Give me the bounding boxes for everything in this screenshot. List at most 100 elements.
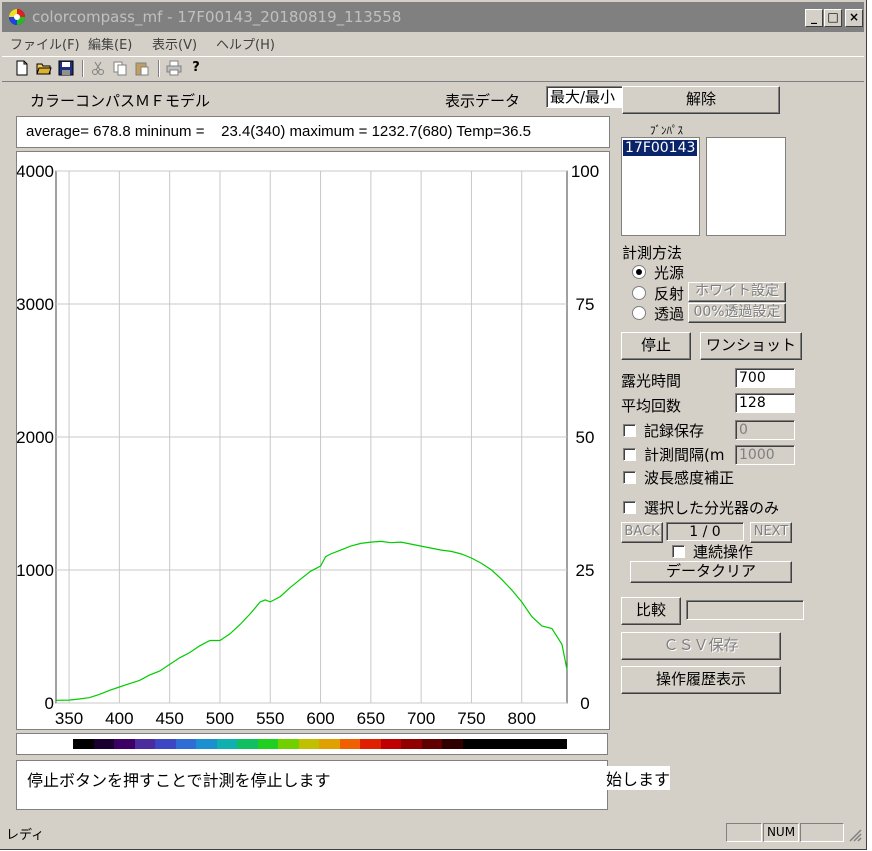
spectrum-color-segment: [216, 739, 239, 749]
radio-transmission-label: 透過: [654, 305, 685, 323]
spectrum-color-segment: [483, 739, 505, 749]
spectrum-bar-frame: [16, 733, 608, 755]
spectrum-color-segment: [73, 739, 95, 749]
next-button[interactable]: NEXT: [750, 522, 792, 543]
help-icon[interactable]: ?: [188, 60, 204, 76]
window-title: colorcompass_mf - 17F00143_20180819_1135…: [32, 8, 402, 26]
status-bar: レディ NUM: [2, 820, 864, 846]
print-icon[interactable]: [166, 60, 182, 76]
radio-light-source-label: 光源: [654, 264, 685, 282]
new-file-icon[interactable]: [14, 60, 30, 76]
exposure-input[interactable]: 700: [735, 368, 795, 388]
y-tick-label: 2000: [17, 428, 54, 447]
page-indicator: 1 / 0: [666, 522, 744, 541]
stats-text: average= 678.8 mininum = 23.4(340) maxim…: [26, 123, 532, 140]
white-setting-button[interactable]: ホワイト設定: [688, 282, 786, 302]
radio-light-source[interactable]: [632, 265, 646, 279]
cut-icon[interactable]: [90, 60, 106, 76]
status-panel-scrl: [800, 823, 844, 842]
model-label: カラーコンパスＭＦモデル: [30, 92, 211, 110]
save-icon[interactable]: [58, 60, 74, 76]
data-clear-button[interactable]: データクリア: [630, 561, 792, 583]
y2-tick-label: 25: [576, 561, 595, 580]
menu-file[interactable]: ファイル(F): [10, 34, 80, 53]
title-bar[interactable]: colorcompass_mf - 17F00143_20180819_1135…: [2, 2, 864, 32]
radio-transmission[interactable]: [632, 306, 646, 320]
record-save-input[interactable]: 0: [735, 420, 795, 440]
x-tick-label: 650: [357, 709, 385, 728]
spectrum-color-segment: [134, 739, 157, 749]
y2-tick-label: 50: [576, 428, 595, 447]
back-button[interactable]: BACK: [621, 522, 663, 543]
x-tick-label: 600: [306, 709, 334, 728]
spectrometer-list-item[interactable]: 17F00143: [623, 140, 698, 156]
copy-icon[interactable]: [112, 60, 128, 76]
compare-button[interactable]: 比較: [621, 597, 681, 625]
spectrum-color-segment: [442, 739, 464, 749]
message-box: 停止ボタンを押すことで計測を停止します: [16, 760, 608, 810]
y2-tick-label: 100: [571, 162, 599, 181]
menu-help[interactable]: ヘルプ(H): [216, 34, 275, 53]
spectrum-color-segment: [114, 739, 136, 749]
open-folder-icon[interactable]: [36, 60, 52, 76]
toolbar: ?: [2, 56, 864, 82]
release-button[interactable]: 解除: [622, 86, 780, 114]
paste-icon[interactable]: [134, 60, 150, 76]
wavelength-correction-label: 波長感度補正: [644, 469, 735, 487]
x-tick-label: 700: [407, 709, 435, 728]
interval-checkbox[interactable]: [623, 448, 636, 461]
spectrum-color-segment: [237, 739, 259, 749]
y2-tick-label: 75: [576, 295, 595, 314]
spectrum-color-segment: [421, 739, 444, 749]
menu-bar: ファイル(F) 編集(E) 表示(V) ヘルプ(H): [2, 32, 864, 54]
status-message-overflow: 始します: [606, 766, 671, 790]
toolbar-separator: [158, 60, 160, 77]
x-tick-label: 450: [155, 709, 183, 728]
stop-button[interactable]: 停止: [621, 332, 691, 360]
menu-edit[interactable]: 編集(E): [88, 34, 132, 53]
radio-reflection-label: 反射: [654, 285, 685, 303]
x-tick-label: 800: [508, 709, 536, 728]
y-tick-label: 3000: [17, 295, 54, 314]
record-save-checkbox[interactable]: [623, 424, 636, 437]
spectrum-color-segment: [544, 739, 567, 749]
status-message: 停止ボタンを押すことで計測を停止します: [27, 771, 331, 790]
operation-history-button[interactable]: 操作履歴表示: [621, 666, 781, 694]
exposure-label: 露光時間: [621, 372, 682, 390]
spectrometer-list-title: ﾌﾞﾝﾊﾟｽ: [650, 124, 683, 137]
spectrum-color-segment: [93, 739, 116, 749]
wavelength-correction-checkbox[interactable]: [623, 471, 636, 484]
x-tick-label: 550: [256, 709, 284, 728]
spectrum-color-segment: [278, 739, 300, 749]
spectrometer-list[interactable]: 17F00143: [621, 137, 700, 236]
spectrum-color-segment: [462, 739, 485, 749]
resize-grip-icon[interactable]: [848, 828, 862, 842]
selected-spectrometer-list[interactable]: [706, 137, 786, 236]
spectrum-color-bar: [73, 739, 567, 749]
spectrum-color-segment: [524, 739, 546, 749]
radio-reflection[interactable]: [632, 286, 646, 300]
maximize-button[interactable]: □: [824, 9, 842, 27]
close-button[interactable]: ×: [845, 9, 863, 27]
one-shot-button[interactable]: ワンショット: [700, 332, 802, 360]
spectrum-color-segment: [360, 739, 382, 749]
x-tick-label: 500: [206, 709, 234, 728]
menu-view[interactable]: 表示(V): [152, 34, 197, 53]
app-icon: [9, 9, 25, 25]
selected-only-checkbox[interactable]: [623, 501, 636, 514]
average-count-input[interactable]: 128: [735, 393, 795, 413]
continuous-operation-checkbox[interactable]: [672, 545, 685, 558]
csv-save-button[interactable]: ＣＳＶ保存: [621, 632, 781, 660]
display-data-select[interactable]: 最大/最小: [546, 86, 624, 108]
stats-box: average= 678.8 mininum = 23.4(340) maxim…: [16, 116, 610, 148]
interval-input[interactable]: 1000: [735, 445, 795, 465]
transmit-setting-button[interactable]: 00%透過設定: [688, 303, 786, 323]
spectrum-chart-svg: 350 400 450 500 550 600 650 700 750 8000100020003…: [16, 162, 599, 728]
spectrum-color-segment: [339, 739, 362, 749]
x-tick-label: 750: [457, 709, 485, 728]
toolbar-separator: [82, 60, 84, 77]
spectrum-chart: 350 400 450 500 550 600 650 700 750 800 0 1000 2000 3…: [16, 151, 610, 730]
y2-tick-label: 0: [580, 694, 589, 713]
spectrum-color-segment: [380, 739, 403, 749]
minimize-button[interactable]: _: [805, 9, 823, 27]
